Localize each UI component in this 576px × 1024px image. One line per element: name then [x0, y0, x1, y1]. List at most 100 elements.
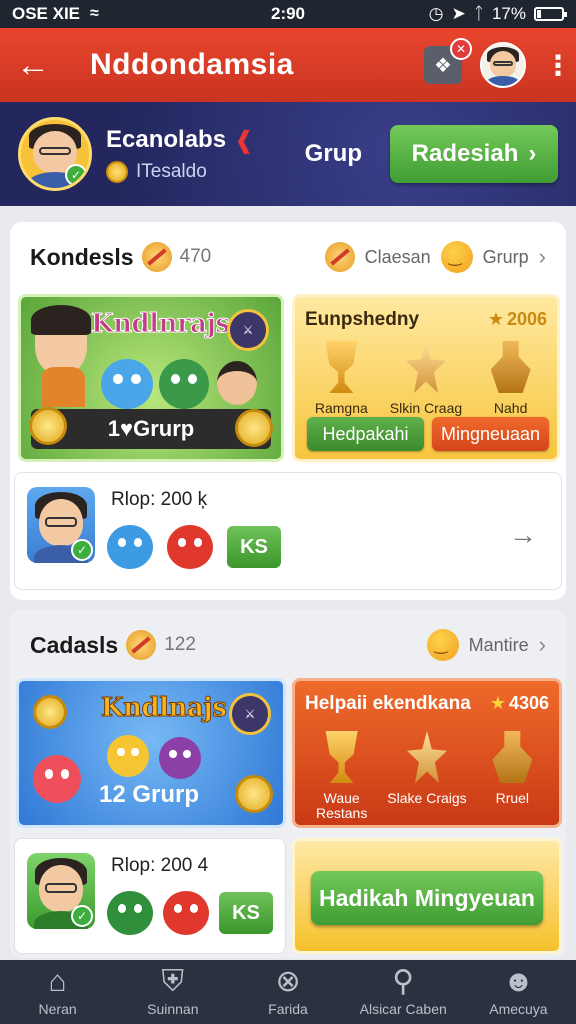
panel-title: Helpaii ekendkana	[305, 693, 471, 714]
group-row-card[interactable]: ✓ Rlop: 200 ķ KS →	[14, 472, 562, 590]
nav-item-close[interactable]: ⊗ Farida	[230, 960, 345, 1024]
chevron-right-icon[interactable]: ›	[539, 244, 546, 270]
promo-card[interactable]: Kndlnrajs ⚔ 1♥Grurp	[18, 294, 284, 462]
section-count: 470	[179, 246, 212, 267]
nav-item-home[interactable]: ⌂ Neran	[0, 960, 115, 1024]
home-icon: ⌂	[48, 965, 67, 998]
yellow-monster-icon	[107, 735, 149, 777]
wifi-icon: ≈	[90, 5, 99, 22]
battery-icon	[534, 7, 567, 21]
reward-item[interactable]: Nahd	[469, 341, 553, 416]
person-icon: ☻	[502, 965, 535, 998]
green-action-button[interactable]: Hedpakahi	[307, 417, 424, 451]
nav-label: Neran	[38, 1001, 77, 1017]
weekly-cta-panel: Hadikah Mingyeuan	[292, 838, 562, 954]
puzzle-icon: ❖	[434, 54, 452, 77]
nav-item-shield[interactable]: ⛨ Suinnan	[115, 960, 230, 1024]
coin-right-icon	[235, 409, 273, 447]
weekly-reward-button[interactable]: Hadikah Mingyeuan	[311, 871, 543, 925]
reward-label: Slake Craigs	[387, 790, 467, 806]
shield-icon: ⛨	[161, 965, 185, 998]
group-row-card[interactable]: ✓ Rlop: 200 4 KS	[14, 838, 286, 954]
section-link-1[interactable]: Claesan	[365, 247, 431, 268]
panel-score: ★ 2006	[488, 309, 547, 330]
section-link[interactable]: Mantire	[469, 635, 529, 656]
blue-monster-icon	[107, 525, 153, 569]
tournament-badge-icon: ⚔	[229, 693, 271, 735]
star-trophy-icon	[406, 731, 447, 783]
promo-title: Kndlnrajs	[91, 309, 231, 340]
red-monster-icon	[163, 891, 209, 935]
coin-icon	[33, 695, 67, 729]
redeem-button-label: Radesiah	[411, 140, 519, 167]
carrier-label: OSE XIE	[12, 4, 81, 23]
badge-icon	[324, 242, 355, 272]
reward-item[interactable]: Slake Craigs	[385, 731, 469, 822]
row-label: Rlop: 200 ķ	[111, 489, 208, 510]
promo-card[interactable]: Kndlnajs ⚔ 12 Grurp	[16, 678, 286, 828]
section-title: Cadasls	[30, 631, 119, 658]
reward-item[interactable]: Rruel	[470, 731, 554, 822]
redeem-button[interactable]: Radesiah ›	[390, 125, 558, 183]
section-kondesls: Kondesls 470 Claesan Grurp › Kndlnrajs ⚔…	[10, 222, 566, 600]
star-icon: ★	[489, 693, 506, 713]
reward-item[interactable]: Waue Restans	[299, 731, 383, 822]
nav-item-profile[interactable]: ☻ Amecuya	[461, 960, 576, 1024]
trophy-icon	[325, 731, 358, 783]
back-arrow-icon[interactable]: ←	[16, 48, 56, 82]
panel-score: ★ 4306	[490, 693, 549, 714]
nav-label: Farida	[268, 1001, 308, 1017]
hair-shape	[31, 305, 91, 335]
coin-icon	[106, 160, 128, 183]
tournament-badge-icon: ⚔	[227, 309, 269, 351]
orange-action-button[interactable]: Mingneuaan	[432, 417, 549, 451]
section-count: 122	[164, 634, 196, 655]
nav-label: Suinnan	[147, 1001, 199, 1017]
nav-label: Alsicar Caben	[359, 1001, 447, 1017]
section-cadasls: Cadasls 122 Mantire › Kndlnajs ⚔ 12 Grur…	[10, 610, 566, 958]
no-entry-icon	[141, 242, 172, 272]
nav-item-search[interactable]: ⚲ Alsicar Caben	[346, 960, 461, 1024]
battery-percent: 17%	[491, 4, 526, 23]
search-icon: ⚲	[392, 965, 415, 998]
more-menu-icon[interactable]: ⋮	[544, 49, 572, 82]
medal-icon	[490, 341, 531, 393]
purple-monster-icon	[159, 737, 201, 779]
notification-button[interactable]: ❖ ✕	[424, 38, 472, 84]
promo-title: Kndlnajs	[100, 693, 227, 724]
chevron-right-icon[interactable]: ›	[539, 632, 546, 658]
row-label: Rlop: 200 4	[111, 855, 209, 876]
panel-score-value: 2006	[506, 309, 547, 329]
smiley-icon	[440, 241, 473, 273]
reward-item[interactable]: Slkin Craag	[384, 341, 468, 416]
close-badge-icon: ✕	[450, 38, 472, 60]
trophy-icon	[325, 341, 358, 393]
rewards-panel: Eunpshedny ★ 2006 Ramgna Slkin Craag Nahd…	[292, 294, 560, 462]
profile-avatar[interactable]	[480, 42, 526, 88]
ks-badge[interactable]: KS	[227, 526, 281, 568]
verified-check-icon: ✓	[65, 164, 87, 186]
ks-badge[interactable]: KS	[219, 892, 273, 934]
alarm-icon: ◷	[428, 4, 444, 23]
member-avatar: ✓	[27, 853, 95, 929]
member-avatar: ✓	[27, 487, 95, 563]
bluetooth-icon: ᛏ	[473, 4, 484, 23]
section-link-2[interactable]: Grurp	[483, 247, 529, 268]
group-label[interactable]: Grup	[305, 140, 362, 168]
star-icon: ★	[487, 309, 504, 329]
user-avatar[interactable]: ✓	[18, 117, 92, 191]
green-monster-icon	[159, 359, 209, 409]
location-icon: ➤	[451, 4, 466, 23]
close-circle-icon: ⊗	[275, 965, 301, 998]
verified-check-icon: ✓	[71, 539, 93, 561]
reward-label: Rruel	[495, 790, 530, 806]
reward-item[interactable]: Ramgna	[299, 341, 383, 416]
star-trophy-icon	[405, 341, 446, 393]
medal-icon	[492, 731, 533, 783]
panel-title: Eunpshedny	[305, 309, 420, 330]
arrow-right-icon[interactable]: →	[509, 519, 537, 551]
rewards-panel: Helpaii ekendkana ★ 4306 Waue Restans Sla…	[292, 678, 562, 828]
bottom-nav: ⌂ Neran ⛨ Suinnan ⊗ Farida ⚲ Alsicar Cab…	[0, 960, 576, 1024]
status-bar: OSE XIE ≈ 2:90 ◷ ➤ ᛏ 17%	[0, 0, 576, 28]
smiley-icon	[426, 629, 459, 661]
